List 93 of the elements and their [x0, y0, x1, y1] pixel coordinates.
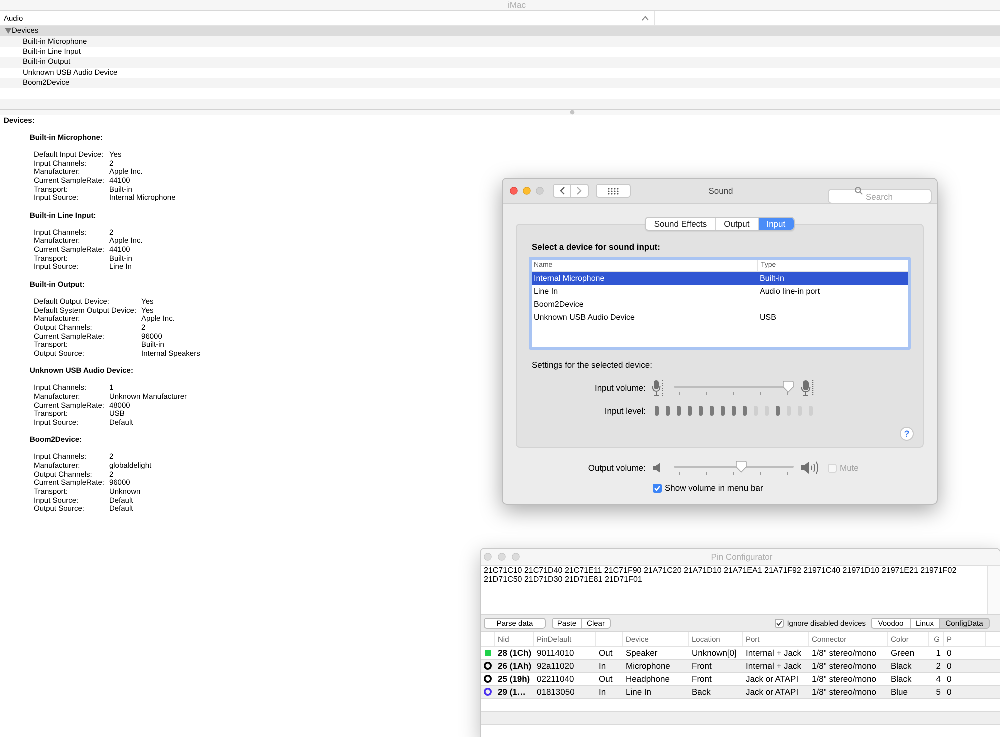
window-title: iMac	[508, 0, 526, 10]
table-cell: Black	[891, 661, 912, 671]
table-row[interactable]: 28 (1Ch) 90114010 Out Speaker Unknown[0] Internal + Jack 1/8" stereo/mono Green 1 0	[481, 647, 1000, 660]
scrollbar[interactable]	[987, 566, 1000, 614]
table-cell: 1/8" stereo/mono	[812, 661, 876, 671]
microphone-icon	[652, 380, 664, 396]
table-cell: Jack or ATAPI	[746, 687, 799, 697]
chevron-right-icon	[577, 187, 582, 195]
table-cell: 90114010	[537, 648, 574, 658]
table-row[interactable]: 26 (1Ah) 92a11020 In Microphone Front Internal + Jack 1/8" stereo/mono Black 2 0	[481, 660, 1000, 673]
table-cell: Speaker	[626, 648, 658, 658]
chevron-up-icon	[642, 16, 649, 20]
output-volume-slider[interactable]	[674, 458, 794, 478]
table-cell: In	[599, 661, 606, 671]
table-cell: 29 (1…	[498, 687, 526, 697]
prompt-label: Select a device for sound input:	[532, 242, 660, 252]
grid-icon	[608, 188, 619, 194]
device-row[interactable]: Internal Microphone Built-in	[532, 272, 908, 285]
zoom-button[interactable]	[536, 187, 544, 195]
show-all-button[interactable]	[596, 184, 631, 198]
table-cell: Line In	[626, 687, 652, 697]
zoom-button[interactable]	[512, 553, 520, 561]
slider-thumb[interactable]	[736, 461, 748, 473]
table-cell: Back	[692, 687, 711, 697]
table-cell: Microphone	[626, 661, 670, 671]
input-volume-slider[interactable]	[674, 378, 794, 398]
table-cell: 1	[936, 648, 941, 658]
table-cell: Internal + Jack	[746, 661, 802, 671]
table-cell: Jack or ATAPI	[746, 674, 799, 684]
table-cell: Front	[692, 674, 712, 684]
table-cell: Black	[891, 674, 912, 684]
checkbox-label: Show volume in menu bar	[665, 483, 764, 493]
table-cell: Line In	[534, 286, 558, 296]
search-icon	[855, 187, 863, 195]
slider-thumb[interactable]	[783, 381, 794, 393]
table-cell: Headphone	[626, 674, 670, 684]
table-cell: 28 (1Ch)	[498, 648, 532, 658]
table-cell: 25 (19h)	[498, 674, 530, 684]
chevron-left-icon	[560, 187, 564, 195]
settings-label: Settings for the selected device:	[532, 360, 652, 370]
table-cell: 92a11020	[537, 661, 574, 671]
table-cell: Unknown USB Audio Device	[534, 312, 635, 322]
table-row[interactable]: 25 (19h) 02211040 Out Headphone Front Jack or ATAPI 1/8" stereo/mono Black 4 0	[481, 673, 1000, 686]
close-button[interactable]	[484, 553, 492, 561]
back-button[interactable]	[553, 184, 571, 198]
table-cell: Boom2Device	[534, 300, 584, 308]
tab[interactable]: Output	[715, 218, 758, 230]
table-cell: In	[599, 687, 606, 697]
table-cell: 1/8" stereo/mono	[812, 674, 876, 684]
table-cell: 2	[936, 661, 941, 671]
search-field[interactable]: Search	[828, 189, 932, 204]
table-cell: Out	[599, 648, 613, 658]
table-row[interactable]: 29 (1… 01813050 In Line In Back Jack or ATAPI 1/8" stereo/mono Blue 5 0	[481, 686, 1000, 699]
table-cell: 4	[936, 674, 941, 684]
show-volume-checkbox[interactable]	[653, 484, 662, 492]
table-cell: Built-in	[760, 274, 784, 282]
close-button[interactable]	[510, 187, 518, 195]
config-text-field[interactable]: 21C71C10 21C71D40 21C71E11 21C71F90 21A71C20 21A71D10 21A71EA1 21A71F92 21971C40 21971D10 21971E21 21971F02 21D71C50 21D71D30 21D71E81 21D71F01	[481, 566, 987, 614]
minimize-button[interactable]	[498, 553, 506, 561]
table-cell: 0	[947, 661, 952, 671]
microphone-icon	[801, 380, 814, 396]
table-cell: Blue	[891, 687, 908, 697]
splitter[interactable]	[0, 109, 1000, 115]
output-volume-label: Output volume:	[587, 463, 646, 473]
table-cell: Unknown[0]	[692, 648, 737, 658]
window-title: Sound	[708, 186, 734, 196]
speaker-icon	[653, 463, 661, 473]
table-cell: Out	[599, 674, 613, 684]
table-cell: 5	[936, 687, 941, 697]
grip-dot-icon	[570, 110, 574, 115]
help-button[interactable]: ?	[900, 427, 914, 441]
input-volume-label: Input volume:	[594, 383, 646, 393]
tab[interactable]: Sound Effects	[646, 218, 716, 230]
input-level-label: Input level:	[604, 406, 646, 416]
window-title: Pin Configurator	[711, 552, 773, 562]
table-cell: 0	[947, 674, 952, 684]
minimize-button[interactable]	[523, 187, 531, 195]
table-cell: Audio line-in port	[760, 286, 820, 296]
table-cell: USB	[760, 312, 776, 322]
table-cell: Front	[692, 661, 712, 671]
table-cell: 1/8" stereo/mono	[812, 648, 876, 658]
table-cell: Internal + Jack	[746, 648, 802, 658]
table-cell: Green	[891, 648, 915, 658]
table-cell: 1/8" stereo/mono	[812, 687, 876, 697]
table-cell: 26 (1Ah)	[498, 661, 532, 671]
table-cell: 0	[947, 648, 952, 658]
table-cell: Internal Microphone	[534, 274, 605, 282]
table-cell: 0	[947, 687, 952, 697]
speaker-waves-icon	[801, 461, 821, 475]
table-cell: 01813050	[537, 687, 575, 697]
disclosure-triangle-icon[interactable]	[5, 28, 12, 34]
checkbox-label: Mute	[840, 463, 859, 473]
table-cell: 02211040	[537, 674, 574, 684]
